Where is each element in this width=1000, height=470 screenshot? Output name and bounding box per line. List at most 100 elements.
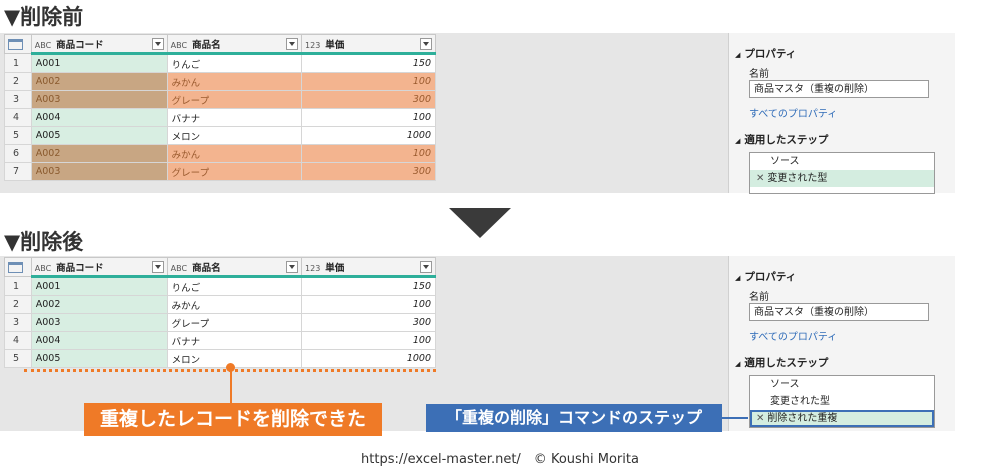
cell-price[interactable]: 100 [301,72,436,91]
cell-name[interactable]: メロン [166,126,303,145]
delete-step-icon[interactable]: ✕ [756,413,764,424]
callout-connector [226,363,235,403]
collapse-triangle-icon: ◢ [735,137,741,145]
callout-blue-connector [722,417,748,419]
cell-code[interactable]: A003 [30,313,168,332]
row-number[interactable]: 2 [4,72,32,91]
cell-code[interactable]: A004 [30,331,168,350]
column-header-code[interactable]: ABC 商品コード [30,34,168,55]
name-label: 名前 [749,292,769,303]
table-row[interactable]: 3 A003 グレープ 300 [4,90,436,109]
properties-heading[interactable]: ◢ プロパティ [735,269,796,284]
cell-name[interactable]: みかん [166,295,303,314]
cell-price[interactable]: 100 [301,331,436,350]
cell-price[interactable]: 1000 [301,349,436,368]
cell-name[interactable]: みかん [166,144,303,163]
column-header-price[interactable]: 123 単価 [301,34,436,55]
table-row[interactable]: 1 A001 りんご 150 [4,276,436,296]
table-row[interactable]: 5 A005 メロン 1000 [4,126,436,145]
cell-name[interactable]: グレープ [166,162,303,181]
table-row[interactable]: 4 A004 バナナ 100 [4,108,436,127]
applied-steps-heading[interactable]: ◢ 適用したステップ [735,355,828,370]
collapse-triangle-icon: ◢ [735,51,741,59]
cell-name[interactable]: みかん [166,72,303,91]
row-number[interactable]: 6 [4,144,32,163]
filter-dropdown-icon[interactable] [420,38,432,50]
cell-code[interactable]: A005 [30,126,168,145]
step-item[interactable]: ソース [750,376,934,393]
cell-name[interactable]: グレープ [166,313,303,332]
row-number[interactable]: 7 [4,162,32,181]
cell-code[interactable]: A004 [30,108,168,127]
cell-name[interactable]: バナナ [166,331,303,350]
cell-code[interactable]: A003 [30,90,168,109]
step-item-selected[interactable]: ✕ 削除された重複 [750,410,934,427]
cell-name[interactable]: りんご [166,53,303,73]
filter-dropdown-icon[interactable] [420,261,432,273]
row-number[interactable]: 2 [4,295,32,314]
row-number[interactable]: 1 [4,53,32,73]
step-item-selected[interactable]: ✕ 変更された型 [750,170,934,187]
properties-heading[interactable]: ◢ プロパティ [735,46,796,61]
cell-name[interactable]: りんご [166,276,303,296]
table-row[interactable]: 2 A002 みかん 100 [4,72,436,91]
row-number[interactable]: 1 [4,276,32,296]
all-properties-link[interactable]: すべてのプロパティ [749,105,837,120]
step-item[interactable]: ソース [750,153,934,170]
cell-code[interactable]: A001 [30,276,168,296]
row-number[interactable]: 4 [4,108,32,127]
column-header-name[interactable]: ABC 商品名 [166,257,303,278]
all-properties-link[interactable]: すべてのプロパティ [749,328,837,343]
query-name-input[interactable]: 商品マスタ（重複の削除） [749,303,929,321]
cell-code[interactable]: A002 [30,295,168,314]
column-header-price[interactable]: 123 単価 [301,257,436,278]
table-row[interactable]: 7 A003 グレープ 300 [4,162,436,181]
cell-code[interactable]: A003 [30,162,168,181]
query-name-input[interactable]: 商品マスタ（重複の削除） [749,80,929,98]
cell-price[interactable]: 150 [301,53,436,73]
cell-price[interactable]: 300 [301,90,436,109]
step-item[interactable]: 変更された型 [750,393,934,410]
cell-price[interactable]: 1000 [301,126,436,145]
text-type-icon: ABC [34,263,52,273]
before-title: ▼削除前 [4,5,84,29]
cell-name[interactable]: バナナ [166,108,303,127]
row-number[interactable]: 3 [4,90,32,109]
collapse-triangle-icon: ◢ [735,274,741,282]
cell-code[interactable]: A001 [30,53,168,73]
table-menu-button[interactable] [4,34,32,54]
applied-steps-heading[interactable]: ◢ 適用したステップ [735,132,828,147]
cell-code[interactable]: A002 [30,144,168,163]
down-arrow-icon [449,208,511,238]
cell-price[interactable]: 300 [301,313,436,332]
table-row[interactable]: 1 A001 りんご 150 [4,53,436,73]
column-header-name[interactable]: ABC 商品名 [166,34,303,55]
table-row[interactable]: 3 A003 グレープ 300 [4,313,436,332]
cell-price[interactable]: 100 [301,295,436,314]
cell-code[interactable]: A005 [30,349,168,368]
delete-step-icon[interactable]: ✕ [756,173,764,184]
table-row[interactable]: 2 A002 みかん 100 [4,295,436,314]
text-type-icon: ABC [34,40,52,50]
cell-price[interactable]: 300 [301,162,436,181]
cell-name[interactable]: グレープ [166,90,303,109]
row-number[interactable]: 4 [4,331,32,350]
table-menu-button[interactable] [4,257,32,277]
table-row[interactable]: 5 A005 メロン 1000 [4,349,436,368]
cell-price[interactable]: 100 [301,144,436,163]
before-query-settings: ◢ プロパティ 名前 商品マスタ（重複の削除） すべてのプロパティ ◢ 適用したステ… [728,33,955,194]
row-number[interactable]: 5 [4,349,32,368]
filter-dropdown-icon[interactable] [151,261,164,273]
cell-code[interactable]: A002 [30,72,168,91]
filter-dropdown-icon[interactable] [286,38,299,50]
text-type-icon: ABC [170,263,188,273]
row-number[interactable]: 5 [4,126,32,145]
filter-dropdown-icon[interactable] [151,38,164,50]
table-row[interactable]: 6 A002 みかん 100 [4,144,436,163]
table-row[interactable]: 4 A004 バナナ 100 [4,331,436,350]
cell-price[interactable]: 150 [301,276,436,296]
cell-price[interactable]: 100 [301,108,436,127]
column-header-code[interactable]: ABC 商品コード [30,257,168,278]
row-number[interactable]: 3 [4,313,32,332]
filter-dropdown-icon[interactable] [286,261,299,273]
